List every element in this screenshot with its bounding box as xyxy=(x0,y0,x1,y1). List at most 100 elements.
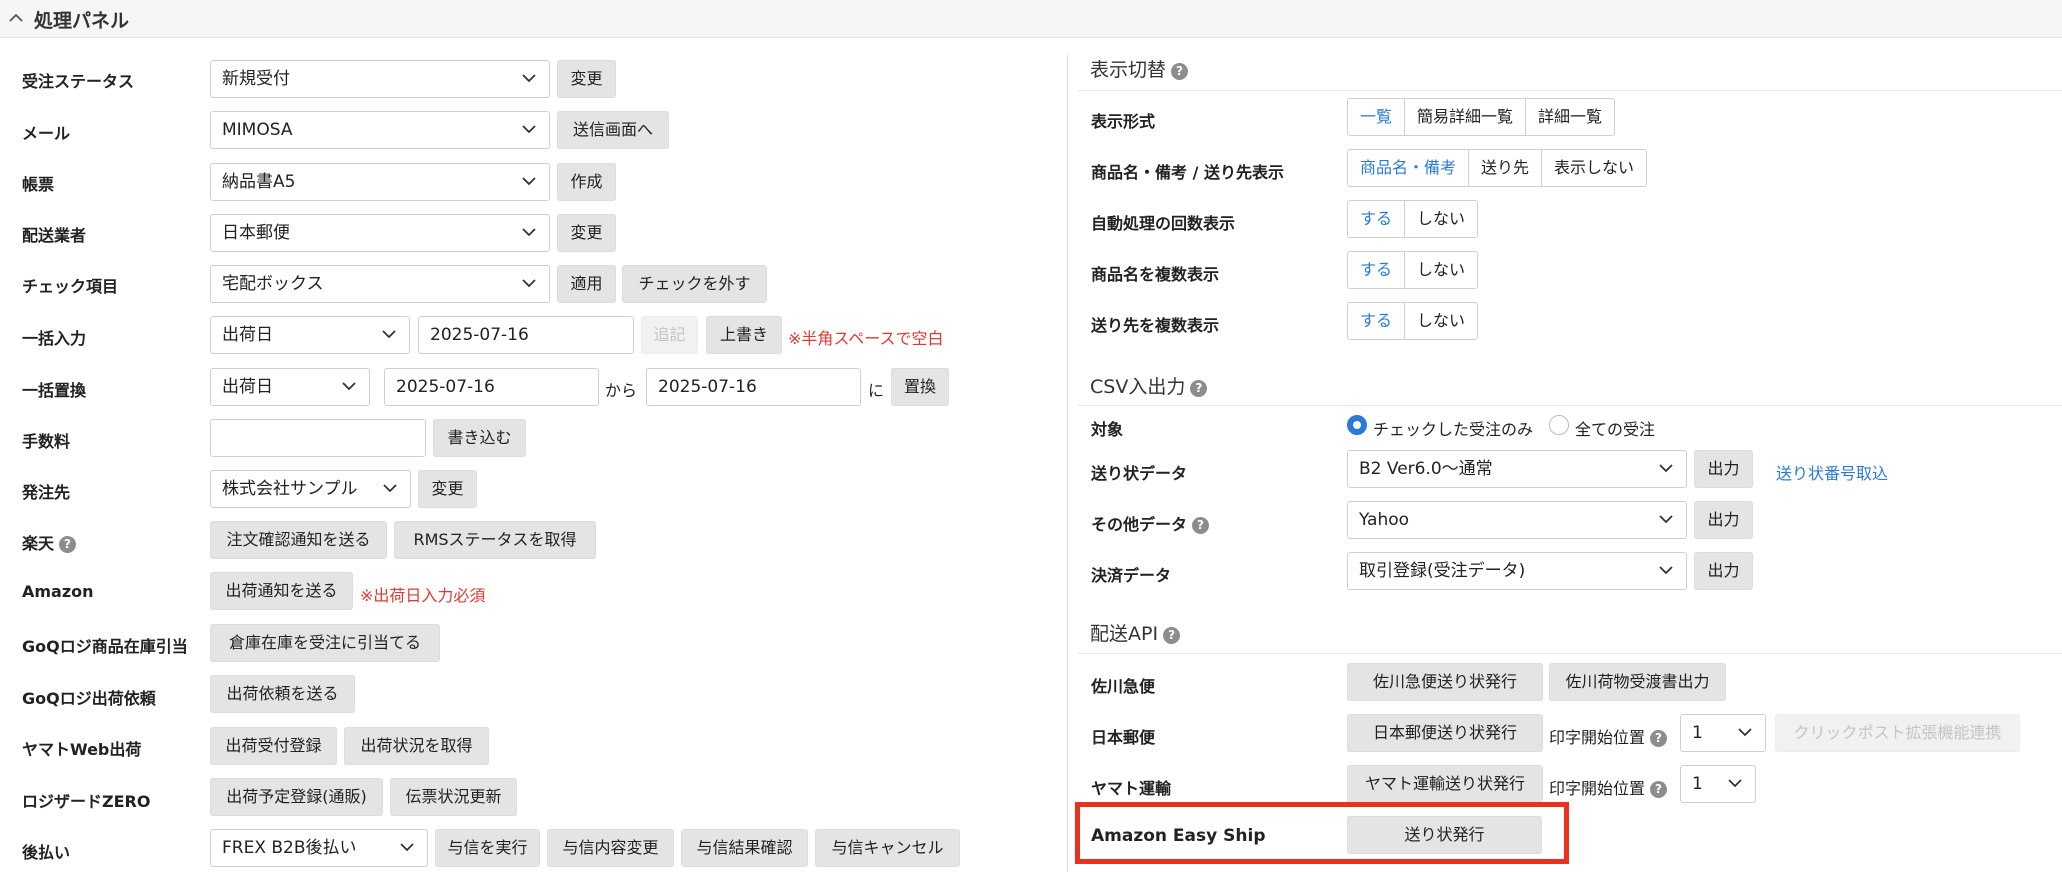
payment-output-button[interactable]: 出力 xyxy=(1694,552,1753,590)
help-icon[interactable]: ? xyxy=(1650,730,1668,747)
rakuten-label-text: 楽天 xyxy=(22,534,55,553)
chevron-down-icon xyxy=(1659,566,1673,575)
yamato-print-pos-label: 印字開始位置? xyxy=(1549,775,1668,799)
other-data-label-text: その他データ xyxy=(1091,515,1188,534)
auto-count-toggle[interactable]: する しない xyxy=(1347,200,1479,238)
bulk-replace-from-field[interactable]: 2025-07-16 xyxy=(384,368,599,406)
auto-count-on[interactable]: する xyxy=(1348,201,1404,237)
help-icon[interactable]: ? xyxy=(1163,627,1181,644)
order-status-select[interactable]: 新規受付 xyxy=(210,60,550,98)
credit-result-button[interactable]: 与信結果確認 xyxy=(681,829,808,867)
replace-button[interactable]: 置換 xyxy=(891,368,949,406)
section-divider xyxy=(1078,90,2062,91)
deferred-select[interactable]: FREX B2B後払い xyxy=(210,829,428,867)
help-icon[interactable]: ? xyxy=(1192,517,1210,534)
multi-dest-toggle[interactable]: する しない xyxy=(1347,302,1479,340)
uncheck-button[interactable]: チェックを外す xyxy=(622,265,767,303)
ship-register-button[interactable]: 出荷受付登録 xyxy=(210,727,337,765)
mail-select[interactable]: MIMOSA xyxy=(210,111,550,149)
order-confirm-notify-button[interactable]: 注文確認通知を送る xyxy=(210,521,387,559)
yamato-print-pos-select[interactable]: 1 xyxy=(1680,765,1756,803)
display-format-option-list[interactable]: 一覧 xyxy=(1348,99,1404,135)
help-icon[interactable]: ? xyxy=(1650,781,1668,798)
waybill-data-select[interactable]: B2 Ver6.0〜通常 xyxy=(1347,450,1687,488)
ship-status-button[interactable]: 出荷状況を取得 xyxy=(344,727,489,765)
order-status-label: 受注ステータス xyxy=(22,72,135,91)
product-option-product[interactable]: 商品名・備考 xyxy=(1348,150,1468,186)
display-format-toggle[interactable]: 一覧 簡易詳細一覧 詳細一覧 xyxy=(1347,98,1616,136)
supplier-change-button[interactable]: 変更 xyxy=(418,470,477,508)
radio-all-orders[interactable] xyxy=(1549,415,1569,435)
help-icon[interactable]: ? xyxy=(59,536,77,553)
form-create-button[interactable]: 作成 xyxy=(557,163,616,201)
multi-product-off[interactable]: しない xyxy=(1404,252,1477,288)
waybill-number-import-link[interactable]: 送り状番号取込 xyxy=(1776,460,1888,484)
chevron-down-icon xyxy=(400,843,414,852)
product-display-toggle[interactable]: 商品名・備考 送り先 表示しない xyxy=(1347,149,1648,187)
slip-status-update-button[interactable]: 伝票状況更新 xyxy=(390,778,517,816)
ship-notify-button[interactable]: 出荷通知を送る xyxy=(210,572,353,610)
chevron-up-icon[interactable] xyxy=(6,8,26,28)
auto-count-off[interactable]: しない xyxy=(1404,201,1477,237)
check-item-apply-button[interactable]: 適用 xyxy=(557,265,616,303)
payment-data-label: 決済データ xyxy=(1091,566,1172,585)
check-item-select[interactable]: 宅配ボックス xyxy=(210,265,550,303)
form-select[interactable]: 納品書A5 xyxy=(210,163,550,201)
append-button[interactable]: 追記 xyxy=(641,316,698,354)
display-format-option-detail[interactable]: 詳細一覧 xyxy=(1525,99,1614,135)
order-status-change-button[interactable]: 変更 xyxy=(557,60,616,98)
japanpost-print-pos-text: 印字開始位置 xyxy=(1549,728,1646,747)
product-option-hide[interactable]: 表示しない xyxy=(1541,150,1646,186)
mail-value: MIMOSA xyxy=(222,120,293,140)
write-button[interactable]: 書き込む xyxy=(433,419,526,457)
radio-checked-only[interactable] xyxy=(1347,415,1367,435)
display-format-option-simple[interactable]: 簡易詳細一覧 xyxy=(1404,99,1525,135)
waybill-output-button[interactable]: 出力 xyxy=(1694,450,1753,488)
ship-schedule-button[interactable]: 出荷予定登録(通販) xyxy=(210,778,383,816)
waybill-data-label: 送り状データ xyxy=(1091,464,1188,483)
yamato-waybill-button[interactable]: ヤマト運輸送り状発行 xyxy=(1347,765,1543,803)
clickpost-extension-button[interactable]: クリックポスト拡張機能連携 xyxy=(1775,714,2020,752)
chevron-down-icon xyxy=(383,484,397,493)
multi-dest-off[interactable]: しない xyxy=(1404,303,1477,339)
yamato-print-pos-text: 印字開始位置 xyxy=(1549,779,1646,798)
japanpost-print-pos-value: 1 xyxy=(1692,723,1703,743)
bulk-replace-to-field[interactable]: 2025-07-16 xyxy=(646,368,861,406)
mail-send-screen-button[interactable]: 送信画面へ xyxy=(557,111,669,149)
payment-data-value: 取引登録(受注データ) xyxy=(1359,561,1526,581)
bulk-replace-field-value: 出荷日 xyxy=(222,377,273,397)
bulk-input-date-field[interactable]: 2025-07-16 xyxy=(418,316,634,354)
sagawa-receipt-button[interactable]: 佐川荷物受渡書出力 xyxy=(1549,663,1726,701)
multi-product-on[interactable]: する xyxy=(1348,252,1404,288)
help-icon[interactable]: ? xyxy=(1190,380,1208,397)
fee-input[interactable] xyxy=(210,419,426,457)
section-divider xyxy=(1078,653,2062,654)
multi-product-toggle[interactable]: する しない xyxy=(1347,251,1479,289)
panel-header[interactable]: 処理パネル xyxy=(0,0,2062,38)
japanpost-print-pos-select[interactable]: 1 xyxy=(1680,714,1766,752)
carrier-select[interactable]: 日本郵便 xyxy=(210,214,550,252)
other-data-select[interactable]: Yahoo xyxy=(1347,501,1687,539)
rms-status-button[interactable]: RMSステータスを取得 xyxy=(394,521,596,559)
credit-execute-button[interactable]: 与信を実行 xyxy=(435,829,540,867)
multi-dest-on[interactable]: する xyxy=(1348,303,1404,339)
product-option-dest[interactable]: 送り先 xyxy=(1468,150,1541,186)
credit-cancel-button[interactable]: 与信キャンセル xyxy=(815,829,960,867)
credit-change-button[interactable]: 与信内容変更 xyxy=(547,829,674,867)
bulk-input-field-select[interactable]: 出荷日 xyxy=(210,316,410,354)
display-section-title: 表示切替? xyxy=(1090,55,1189,82)
bulk-replace-field-select[interactable]: 出荷日 xyxy=(210,368,370,406)
auto-count-label: 自動処理の回数表示 xyxy=(1091,214,1236,233)
help-icon[interactable]: ? xyxy=(1171,63,1189,80)
payment-data-select[interactable]: 取引登録(受注データ) xyxy=(1347,552,1687,590)
other-output-button[interactable]: 出力 xyxy=(1694,501,1753,539)
logizard-label: ロジザードZERO xyxy=(22,792,151,811)
supplier-select[interactable]: 株式会社サンプル xyxy=(210,470,411,508)
overwrite-button[interactable]: 上書き xyxy=(706,316,782,354)
allocate-stock-button[interactable]: 倉庫在庫を受注に引当てる xyxy=(210,624,440,662)
sagawa-waybill-button[interactable]: 佐川急便送り状発行 xyxy=(1347,663,1543,701)
carrier-change-button[interactable]: 変更 xyxy=(557,214,616,252)
ship-request-button[interactable]: 出荷依頼を送る xyxy=(210,675,355,713)
csv-target-label: 対象 xyxy=(1091,420,1124,439)
japanpost-waybill-button[interactable]: 日本郵便送り状発行 xyxy=(1347,714,1543,752)
